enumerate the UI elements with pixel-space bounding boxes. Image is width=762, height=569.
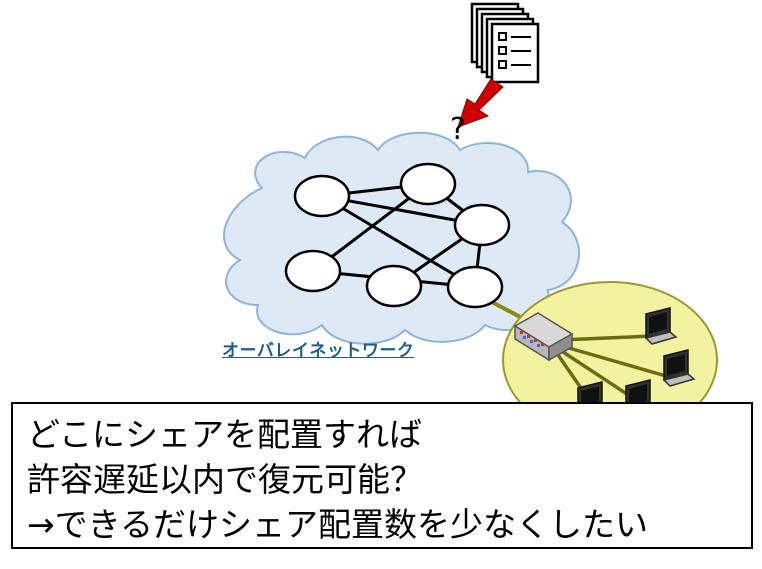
node-a (293, 174, 351, 218)
document-stack-icon (470, 2, 540, 84)
node-d (284, 249, 342, 293)
question-mark: ? (450, 112, 466, 147)
overlay-network-label: オーバレイネットワーク (222, 341, 415, 361)
node-c (453, 203, 511, 247)
node-b (399, 162, 457, 206)
diagram-canvas: ? オーバレイネットワーク どこにシェアを配置すれば 許容遅延以内で復元可能？ … (0, 0, 762, 569)
text-line-3: →できるだけシェア配置数を少なくしたい (27, 505, 648, 544)
text-line-1: どこにシェアを配置すれば (27, 415, 423, 454)
node-f (446, 265, 504, 309)
text-line-2: 許容遅延以内で復元可能？ (27, 460, 423, 499)
node-e (365, 264, 423, 308)
question-text-box: どこにシェアを配置すれば 許容遅延以内で復元可能？ →できるだけシェア配置数を少… (11, 402, 753, 549)
